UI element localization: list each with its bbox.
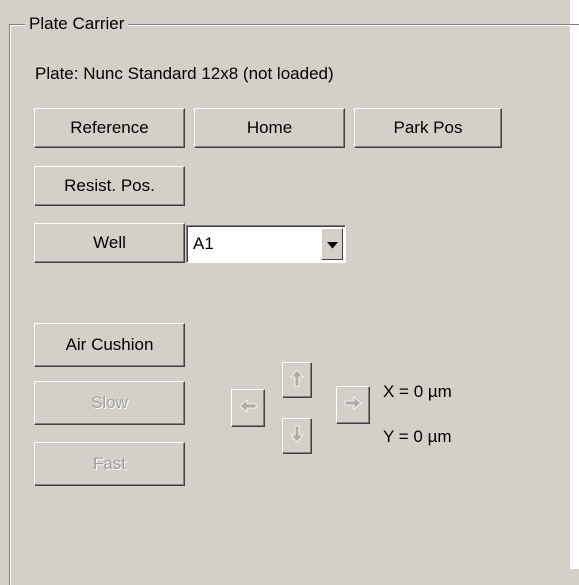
groupbox-title: Plate Carrier bbox=[25, 14, 129, 34]
reference-button[interactable]: Reference bbox=[34, 108, 185, 148]
home-button[interactable]: Home bbox=[194, 108, 345, 148]
well-select[interactable]: A1 bbox=[186, 225, 346, 263]
arrow-left-icon bbox=[239, 398, 257, 418]
air-cushion-button[interactable]: Air Cushion bbox=[34, 323, 185, 367]
fast-button[interactable]: Fast bbox=[34, 442, 185, 486]
plate-status-label: Plate: Nunc Standard 12x8 (not loaded) bbox=[35, 64, 334, 83]
plate-carrier-panel: Plate Carrier Plate: Nunc Standard 12x8 … bbox=[0, 0, 579, 585]
jog-right-button[interactable] bbox=[336, 386, 370, 424]
y-position-readout: Y = 0 µm bbox=[383, 427, 452, 446]
resist-pos-button[interactable]: Resist. Pos. bbox=[34, 166, 185, 206]
arrow-down-icon bbox=[290, 425, 304, 448]
arrow-right-icon bbox=[344, 395, 362, 415]
jog-down-button[interactable] bbox=[282, 418, 312, 454]
well-button[interactable]: Well bbox=[34, 223, 185, 263]
arrow-up-icon bbox=[290, 368, 304, 392]
jog-up-button[interactable] bbox=[282, 362, 312, 398]
slow-button[interactable]: Slow bbox=[34, 381, 185, 425]
jog-left-button[interactable] bbox=[231, 389, 265, 427]
park-pos-button[interactable]: Park Pos bbox=[354, 108, 502, 148]
chevron-down-icon bbox=[326, 234, 338, 254]
x-position-readout: X = 0 µm bbox=[383, 382, 452, 401]
well-select-value: A1 bbox=[193, 234, 214, 253]
well-select-dropdown-button[interactable] bbox=[321, 228, 343, 260]
